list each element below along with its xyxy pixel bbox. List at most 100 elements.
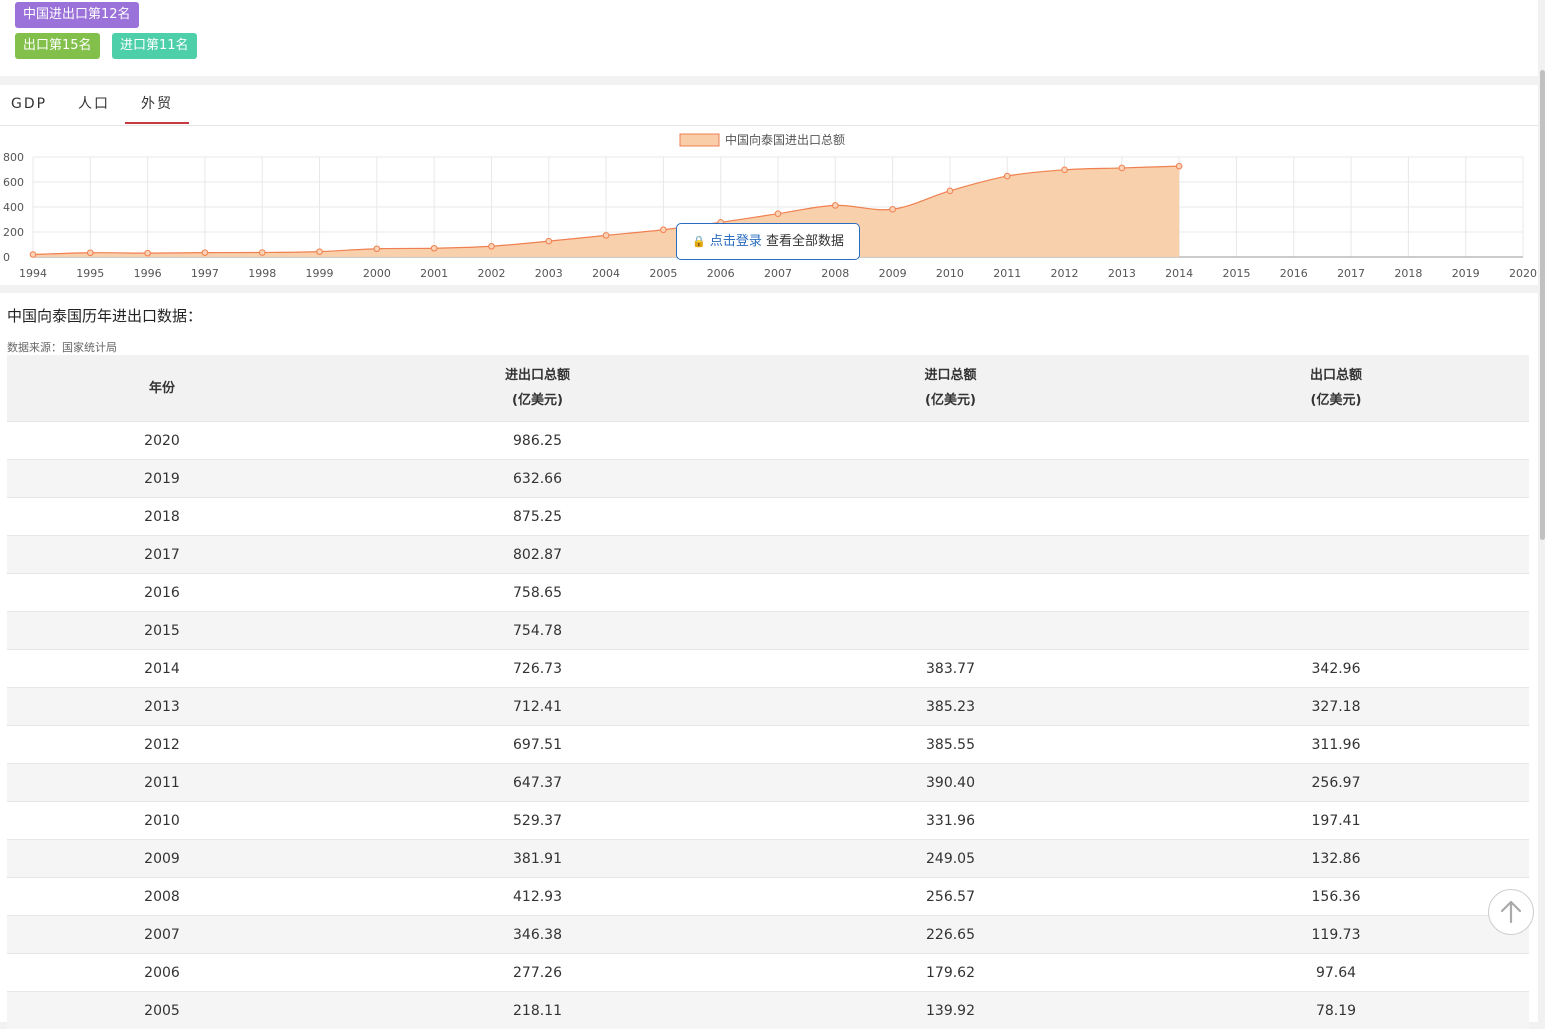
cell-import: 139.92 xyxy=(758,992,1143,1029)
y-tick-label: 800 xyxy=(3,151,24,164)
export-rank-badge[interactable]: 出口第15名 xyxy=(15,33,100,59)
cell-export: 119.73 xyxy=(1143,916,1529,954)
cell-import: 249.05 xyxy=(758,840,1143,878)
data-point[interactable] xyxy=(489,243,495,249)
view-all-text: 查看全部数据 xyxy=(766,234,844,249)
data-point[interactable] xyxy=(890,206,896,212)
table-row: 2013712.41385.23327.18 xyxy=(7,688,1529,726)
cell-export: 311.96 xyxy=(1143,726,1529,764)
cell-import: 179.62 xyxy=(758,954,1143,992)
data-point[interactable] xyxy=(603,233,609,239)
data-point[interactable] xyxy=(661,227,667,233)
header-total: 进出口总额(亿美元) xyxy=(317,355,758,422)
tab-bar: GDP 人口 外贸 xyxy=(0,85,1538,126)
chart-legend[interactable]: 中国向泰国进出口总额 xyxy=(680,132,845,147)
cell-import xyxy=(758,422,1143,460)
x-tick-label: 2020 xyxy=(1509,267,1537,280)
login-prompt[interactable]: 🔒 点击登录 查看全部数据 xyxy=(676,223,860,260)
cell-export: 78.19 xyxy=(1143,992,1529,1029)
table-row: 2015754.78 xyxy=(7,612,1529,650)
cell-import: 385.55 xyxy=(758,726,1143,764)
cell-year: 2013 xyxy=(7,688,317,726)
tab-gdp[interactable]: GDP xyxy=(11,85,51,124)
tab-population[interactable]: 人口 xyxy=(72,85,116,124)
table-row: 2009381.91249.05132.86 xyxy=(7,840,1529,878)
table-row: 2018875.25 xyxy=(7,498,1529,536)
cell-year: 2007 xyxy=(7,916,317,954)
trade-panel: GDP 人口 外贸 中国向泰国进出口总额02004006008001994199… xyxy=(0,85,1538,1022)
trade-chart-svg: 中国向泰国进出口总额020040060080019941995199619971… xyxy=(0,129,1538,285)
table-row: 2017802.87 xyxy=(7,536,1529,574)
data-point[interactable] xyxy=(1119,165,1125,171)
cell-total: 218.11 xyxy=(317,992,758,1029)
x-tick-label: 2019 xyxy=(1452,267,1480,280)
cell-export: 342.96 xyxy=(1143,650,1529,688)
cell-year: 2020 xyxy=(7,422,317,460)
cell-year: 2009 xyxy=(7,840,317,878)
x-tick-label: 1995 xyxy=(76,267,104,280)
arrow-up-icon xyxy=(1489,890,1533,934)
data-point[interactable] xyxy=(775,211,781,217)
header-export-label: 出口总额 xyxy=(1310,368,1362,383)
data-point[interactable] xyxy=(88,250,94,256)
x-tick-label: 1998 xyxy=(248,267,276,280)
cell-total: 632.66 xyxy=(317,460,758,498)
y-tick-label: 600 xyxy=(3,176,24,189)
header-export-unit: (亿美元) xyxy=(1311,393,1362,408)
data-point[interactable] xyxy=(1062,167,1068,173)
cell-export xyxy=(1143,574,1529,612)
total-rank-badge[interactable]: 中国进出口第12名 xyxy=(15,2,139,28)
table-row: 2006277.26179.6297.64 xyxy=(7,954,1529,992)
cell-export: 156.36 xyxy=(1143,878,1529,916)
data-point[interactable] xyxy=(317,249,323,255)
data-point[interactable] xyxy=(259,250,265,256)
cell-year: 2016 xyxy=(7,574,317,612)
table-row: 2016758.65 xyxy=(7,574,1529,612)
cell-import xyxy=(758,574,1143,612)
data-point[interactable] xyxy=(374,246,380,252)
cell-import xyxy=(758,498,1143,536)
table-row: 2012697.51385.55311.96 xyxy=(7,726,1529,764)
data-point[interactable] xyxy=(1176,163,1182,169)
data-point[interactable] xyxy=(202,250,208,256)
cell-import: 385.23 xyxy=(758,688,1143,726)
cell-year: 2010 xyxy=(7,802,317,840)
x-tick-label: 1997 xyxy=(191,267,219,280)
legend-swatch xyxy=(680,134,719,146)
data-point[interactable] xyxy=(546,238,552,244)
table-row: 2010529.37331.96197.41 xyxy=(7,802,1529,840)
cell-import: 383.77 xyxy=(758,650,1143,688)
x-tick-label: 2002 xyxy=(477,267,505,280)
cell-year: 2006 xyxy=(7,954,317,992)
scrollbar-thumb[interactable] xyxy=(1540,70,1545,540)
x-tick-label: 2006 xyxy=(707,267,735,280)
back-to-top-button[interactable] xyxy=(1488,889,1534,935)
cell-export: 132.86 xyxy=(1143,840,1529,878)
cell-export: 327.18 xyxy=(1143,688,1529,726)
cell-total: 712.41 xyxy=(317,688,758,726)
data-point[interactable] xyxy=(145,250,151,256)
x-tick-label: 2018 xyxy=(1394,267,1422,280)
cell-year: 2008 xyxy=(7,878,317,916)
data-point[interactable] xyxy=(1004,173,1010,179)
cell-year: 2017 xyxy=(7,536,317,574)
data-point[interactable] xyxy=(833,203,839,209)
data-point[interactable] xyxy=(30,252,36,258)
cell-year: 2011 xyxy=(7,764,317,802)
cell-import xyxy=(758,536,1143,574)
x-tick-label: 2017 xyxy=(1337,267,1365,280)
data-point[interactable] xyxy=(947,188,953,194)
login-link[interactable]: 点击登录 xyxy=(710,234,762,249)
cell-export xyxy=(1143,498,1529,536)
data-point[interactable] xyxy=(431,245,437,251)
header-import-label: 进口总额 xyxy=(924,368,976,383)
x-tick-label: 2013 xyxy=(1108,267,1136,280)
import-rank-badge[interactable]: 进口第11名 xyxy=(112,33,197,59)
x-tick-label: 2003 xyxy=(535,267,563,280)
cell-total: 875.25 xyxy=(317,498,758,536)
table-row: 2007346.38226.65119.73 xyxy=(7,916,1529,954)
cell-total: 529.37 xyxy=(317,802,758,840)
x-tick-label: 2014 xyxy=(1165,267,1193,280)
tab-trade[interactable]: 外贸 xyxy=(125,85,189,124)
x-tick-label: 2010 xyxy=(936,267,964,280)
